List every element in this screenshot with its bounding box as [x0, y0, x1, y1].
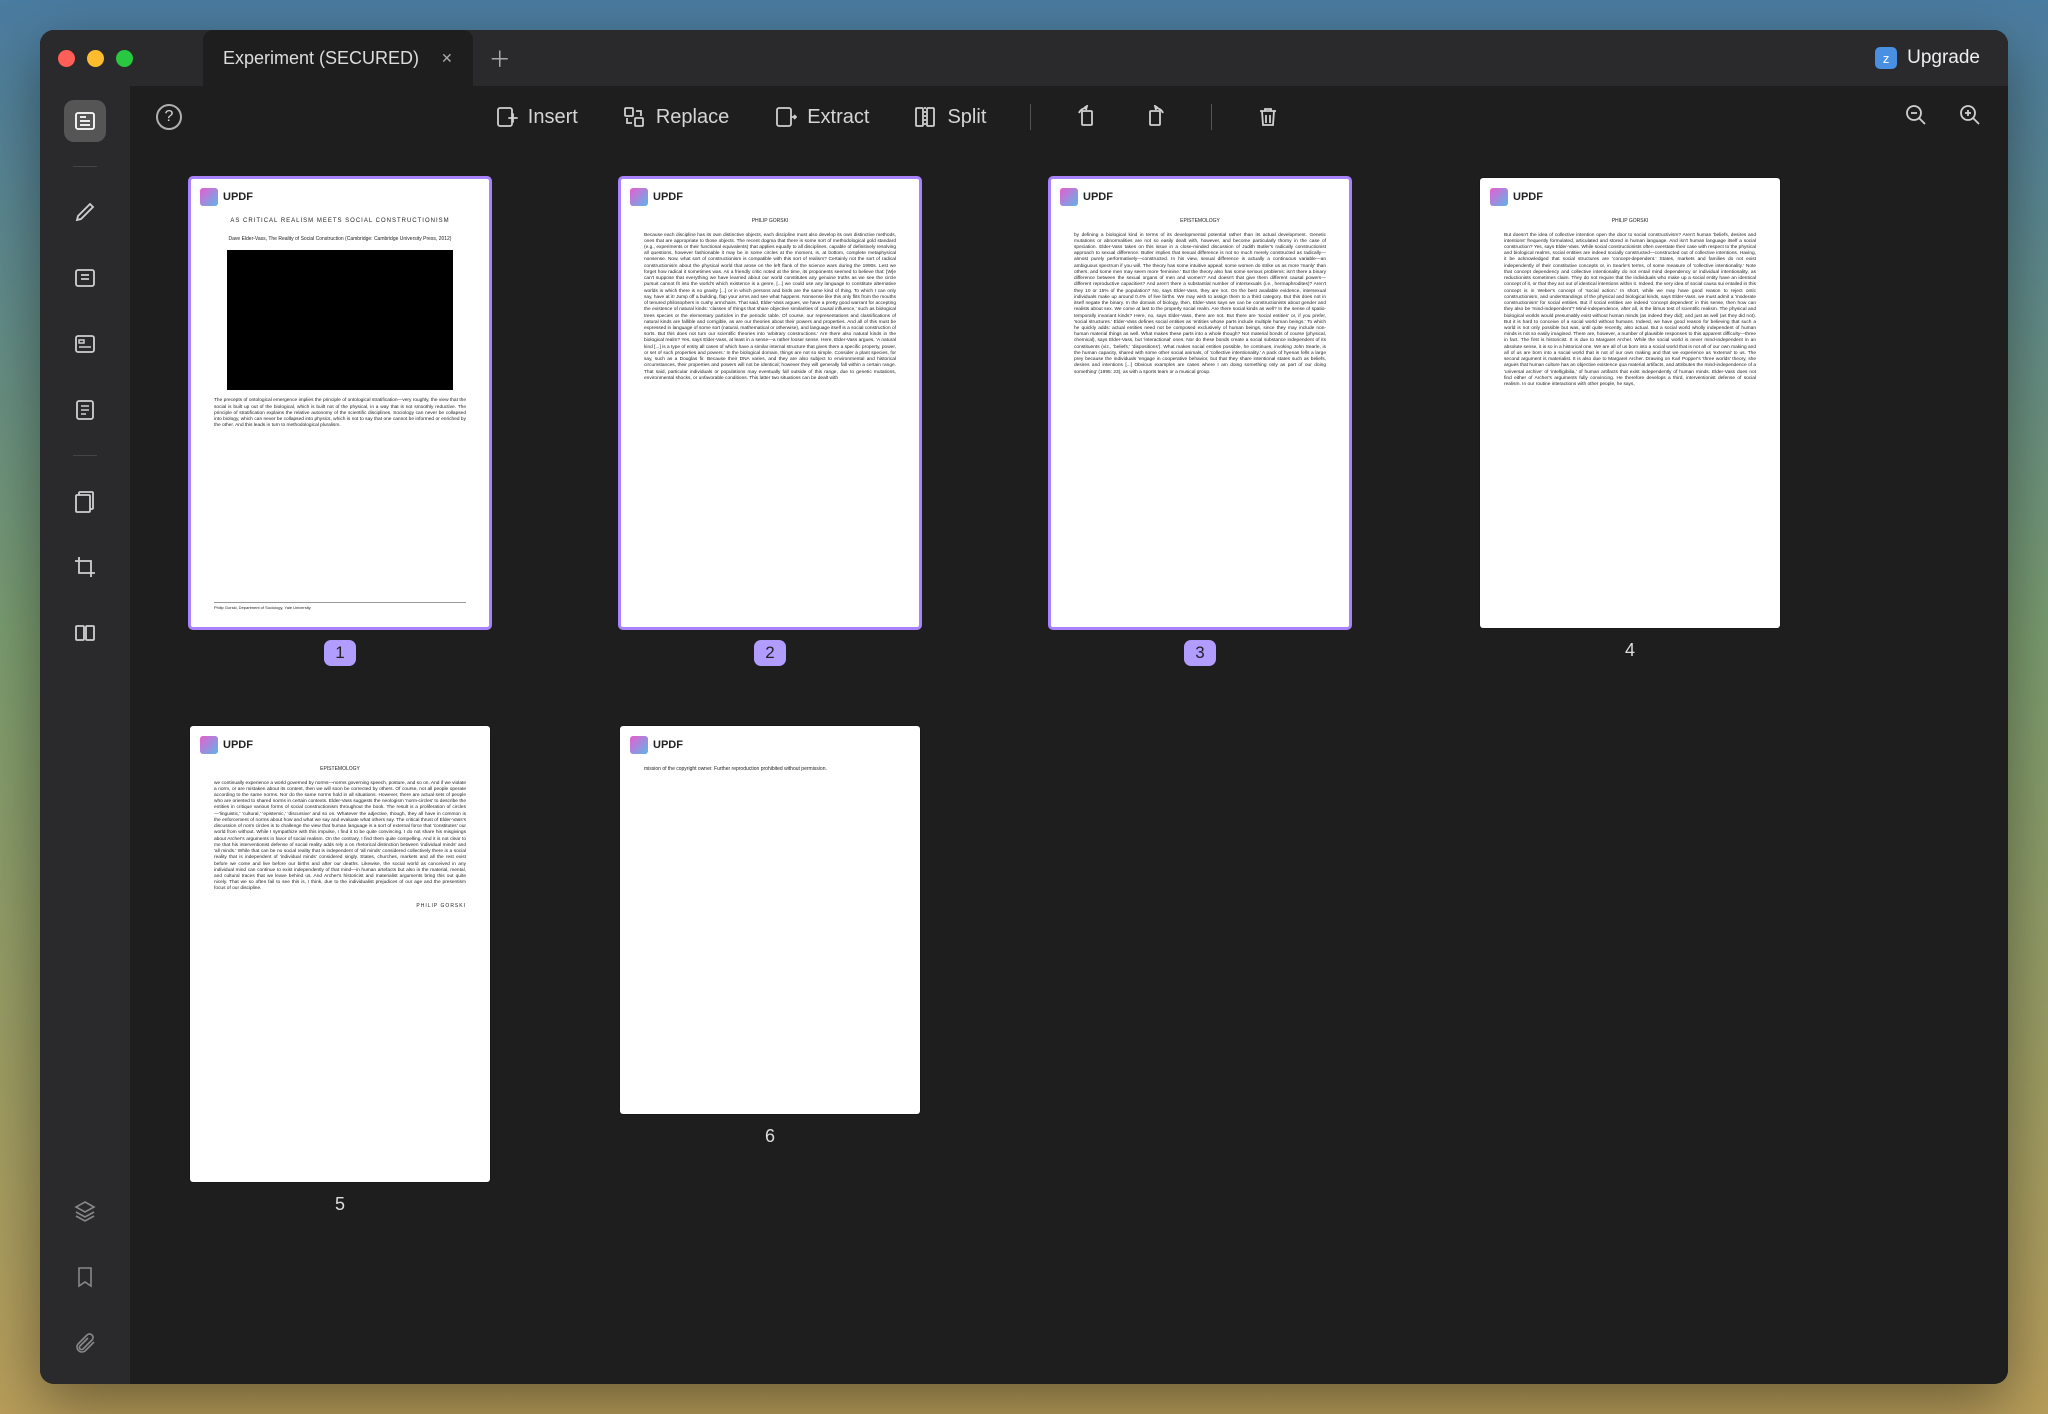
replace-label: Replace [656, 106, 729, 129]
zoom-in-button[interactable] [1958, 103, 1982, 132]
page-number-label: 5 [335, 1194, 345, 1215]
organize-pages-icon[interactable] [64, 480, 106, 522]
doc-heading: AS CRITICAL REALISM MEETS SOCIAL CONSTRU… [214, 218, 466, 226]
window-controls [58, 50, 133, 67]
page-number-label: 6 [765, 1126, 775, 1147]
doc-p6-text: mission of the copyright owner. Further … [644, 766, 896, 773]
crop-icon[interactable] [64, 546, 106, 588]
page-number-badge: 1 [324, 640, 355, 666]
zoom-out-button[interactable] [1904, 103, 1928, 132]
redacted-image-block [227, 250, 454, 390]
app-window: Experiment (SECURED) ✕ ＋ z Upgrade [40, 30, 2008, 1384]
minimize-window-button[interactable] [87, 50, 104, 67]
doc-p4-text: But doesn't the idea of collective inten… [1504, 233, 1756, 389]
extract-button[interactable]: Extract [773, 105, 869, 129]
main-area: ? Insert Replace Extract [130, 86, 2008, 1384]
doc-p2-text: Because each discipline has its own dist… [644, 233, 896, 383]
page-number-badge: 3 [1184, 640, 1215, 666]
running-head: PHILIP GORSKI [1504, 218, 1756, 225]
doc-p1-text: The precepts of ontological emergence im… [214, 398, 466, 429]
user-avatar[interactable]: z [1875, 47, 1897, 69]
attachment-icon[interactable] [64, 1322, 106, 1364]
page-number-label: 4 [1625, 640, 1635, 661]
watermark: UPDF [630, 188, 683, 206]
insert-button[interactable]: Insert [494, 105, 578, 129]
page-number-badge: 2 [754, 640, 785, 666]
insert-label: Insert [528, 106, 578, 129]
replace-button[interactable]: Replace [622, 105, 729, 129]
doc-byline: Dave Elder-Vass, The Reality of Social C… [214, 236, 466, 243]
page-thumb-3[interactable]: UPDF EPISTEMOLOGY by defining a biologic… [1050, 178, 1350, 666]
layers-icon[interactable] [64, 1190, 106, 1232]
doc-footnote: Philip Gorski, Department of Sociology, … [214, 602, 466, 610]
doc-p5-text: we continually experience a world govern… [214, 781, 466, 893]
watermark: UPDF [1060, 188, 1113, 206]
split-label: Split [947, 106, 986, 129]
help-icon[interactable]: ? [156, 104, 182, 130]
watermark: UPDF [200, 188, 253, 206]
compare-icon[interactable] [64, 612, 106, 654]
extract-label: Extract [807, 106, 869, 129]
form-icon[interactable] [64, 323, 106, 365]
running-head: EPISTEMOLOGY [1074, 218, 1326, 225]
toolbar: ? Insert Replace Extract [130, 86, 2008, 148]
sidebar [40, 86, 130, 1384]
page-thumb-5[interactable]: UPDF EPISTEMOLOGY we continually experie… [190, 726, 490, 1215]
delete-button[interactable] [1256, 105, 1280, 129]
bookmark-icon[interactable] [64, 1256, 106, 1298]
maximize-window-button[interactable] [116, 50, 133, 67]
watermark: UPDF [200, 736, 253, 754]
annotate-icon[interactable] [64, 191, 106, 233]
rotate-right-button[interactable] [1143, 105, 1167, 129]
titlebar: Experiment (SECURED) ✕ ＋ z Upgrade [40, 30, 2008, 86]
running-head: PHILIP GORSKI [644, 218, 896, 225]
watermark: UPDF [630, 736, 683, 754]
page-thumb-2[interactable]: UPDF PHILIP GORSKI Because each discipli… [620, 178, 920, 666]
reader-mode-icon[interactable] [64, 100, 106, 142]
watermark-logo-icon [200, 188, 218, 206]
page-grid: UPDF AS CRITICAL REALISM MEETS SOCIAL CO… [130, 148, 2008, 1384]
running-head: EPISTEMOLOGY [214, 766, 466, 773]
rotate-left-button[interactable] [1075, 105, 1099, 129]
watermark: UPDF [1490, 188, 1543, 206]
page-thumb-4[interactable]: UPDF PHILIP GORSKI But doesn't the idea … [1480, 178, 1780, 666]
page-thumb-1[interactable]: UPDF AS CRITICAL REALISM MEETS SOCIAL CO… [190, 178, 490, 666]
doc-p3-text: by defining a biological kind in terms o… [1074, 233, 1326, 376]
split-button[interactable]: Split [913, 105, 986, 129]
upgrade-button[interactable]: Upgrade [1907, 47, 1980, 69]
page-thumb-6[interactable]: UPDF mission of the copyright owner. Fur… [620, 726, 920, 1215]
new-tab-button[interactable]: ＋ [489, 42, 511, 74]
ocr-icon[interactable] [64, 389, 106, 431]
edit-text-icon[interactable] [64, 257, 106, 299]
close-tab-icon[interactable]: ✕ [441, 50, 453, 67]
document-tab[interactable]: Experiment (SECURED) ✕ [203, 30, 473, 86]
tab-title: Experiment (SECURED) [223, 48, 419, 69]
close-window-button[interactable] [58, 50, 75, 67]
